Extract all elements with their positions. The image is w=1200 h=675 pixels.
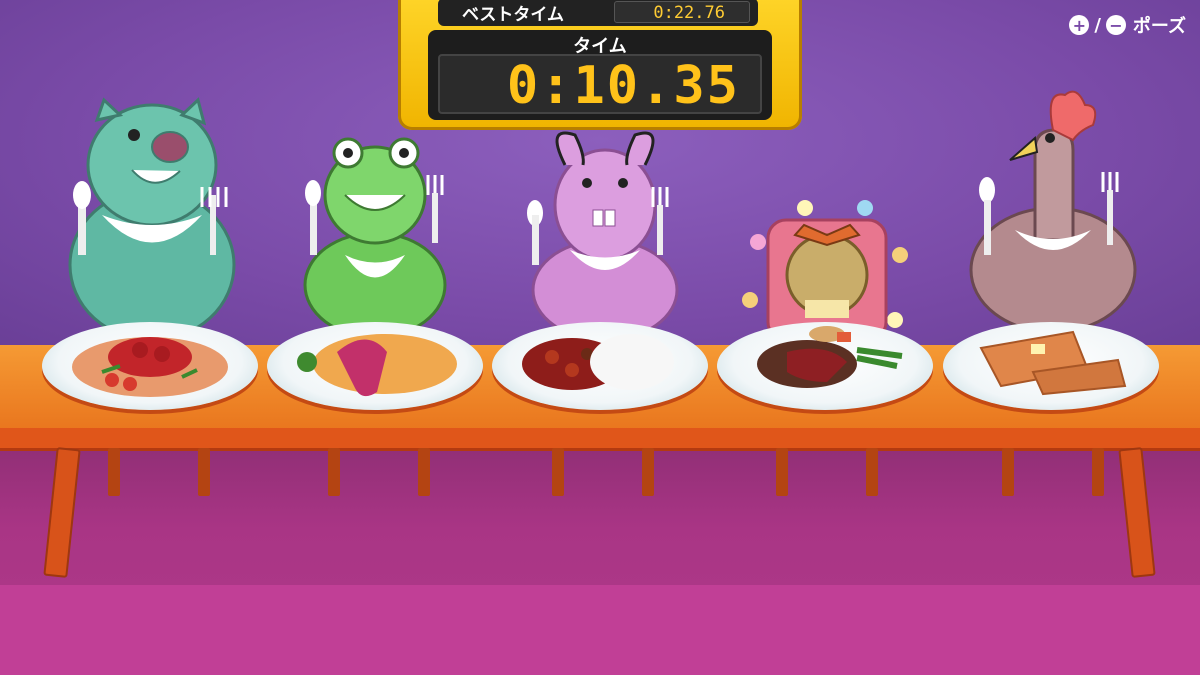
chair-leg xyxy=(108,448,120,496)
spaghetti-plate[interactable] xyxy=(42,322,258,410)
timer-panel: ベストタイム 0:22.76 タイム 0:10.35 xyxy=(398,0,802,130)
time-value: 0:10.35 xyxy=(506,56,740,116)
spaghetti-dish xyxy=(72,337,228,397)
curry-plate[interactable] xyxy=(492,322,708,410)
chair-leg xyxy=(776,448,788,496)
best-time-value: 0:22.76 xyxy=(614,1,750,23)
chair-leg xyxy=(1002,448,1014,496)
time-display: 0:10.35 xyxy=(438,54,762,116)
pause-hint[interactable]: + / − ポーズ xyxy=(1066,12,1186,38)
pause-separator: / xyxy=(1094,14,1101,36)
pause-label: ポーズ xyxy=(1132,16,1186,37)
chair-leg xyxy=(642,448,654,496)
chair-leg xyxy=(866,448,878,496)
chair-leg xyxy=(198,448,210,496)
chair-leg xyxy=(328,448,340,496)
floor-band xyxy=(0,585,1200,675)
pig-character xyxy=(68,97,236,340)
frog-character xyxy=(303,137,447,339)
best-time-label: ベストタイム xyxy=(462,4,564,25)
girl-character xyxy=(742,200,908,340)
chair-leg xyxy=(418,448,430,496)
chair-leg xyxy=(1092,448,1104,496)
toast-dish xyxy=(979,330,1127,396)
omurice-plate[interactable] xyxy=(267,322,483,410)
omurice-dish xyxy=(297,334,457,397)
best-time-row: ベストタイム 0:22.76 xyxy=(438,0,758,26)
time-box: タイム 0:10.35 xyxy=(428,30,772,120)
toast-plate[interactable] xyxy=(943,322,1159,410)
chicken-character xyxy=(969,90,1137,334)
curry-dish xyxy=(522,334,674,390)
chair-leg xyxy=(552,448,564,496)
table-edge xyxy=(0,428,1200,451)
hamburg-dish xyxy=(757,326,903,388)
rabbit-character xyxy=(527,131,679,340)
minus-button-icon[interactable]: − xyxy=(1105,15,1126,35)
plus-button-icon[interactable]: + xyxy=(1069,15,1090,35)
hamburg-plate[interactable] xyxy=(717,322,933,410)
